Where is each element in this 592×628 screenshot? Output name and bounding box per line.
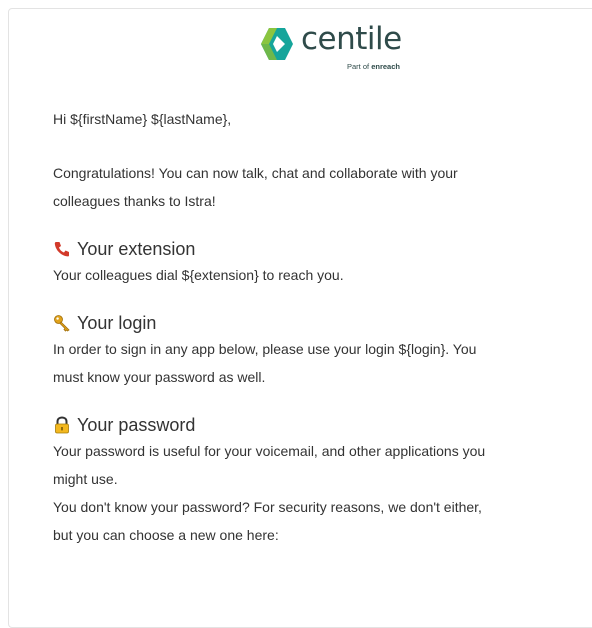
password-text-line-2: might use. xyxy=(53,471,118,487)
key-icon xyxy=(54,315,70,332)
intro-line-2: colleagues thanks to Istra! xyxy=(53,193,216,209)
section-title-extension: Your extension xyxy=(53,237,592,261)
logo-tagline: Part of enreach xyxy=(347,62,400,71)
section-extension: Your extension Your colleagues dial ${ex… xyxy=(53,237,592,289)
login-text-line-2: must know your password as well. xyxy=(53,369,266,385)
section-login: Your login In order to sign in any app b… xyxy=(53,311,592,391)
intro-line-1: Congratulations! You can now talk, chat … xyxy=(53,165,458,181)
password-text-line-1: Your password is useful for your voicema… xyxy=(53,443,486,459)
centile-logo-icon xyxy=(261,28,293,60)
section-title-login: Your login xyxy=(53,311,592,335)
section-password: Your password Your password is useful fo… xyxy=(53,413,592,549)
lock-icon xyxy=(55,416,69,434)
email-body: Hi ${firstName} ${lastName}, Congratulat… xyxy=(53,105,592,549)
login-text-line-1: In order to sign in any app below, pleas… xyxy=(53,341,477,357)
logo-wordmark: centile xyxy=(301,21,402,57)
phone-icon xyxy=(54,242,69,257)
extension-text: Your colleagues dial ${extension} to rea… xyxy=(53,267,344,283)
section-title-password: Your password xyxy=(53,413,592,437)
password-text-line-3: You don't know your password? For securi… xyxy=(53,499,482,515)
greeting-text: Hi ${firstName} ${lastName}, xyxy=(53,111,232,127)
password-text-line-4: but you can choose a new one here: xyxy=(53,527,279,543)
centile-logo: centile Part of enreach xyxy=(259,21,409,73)
email-card: centile Part of enreach Hi ${firstName} … xyxy=(8,8,592,628)
